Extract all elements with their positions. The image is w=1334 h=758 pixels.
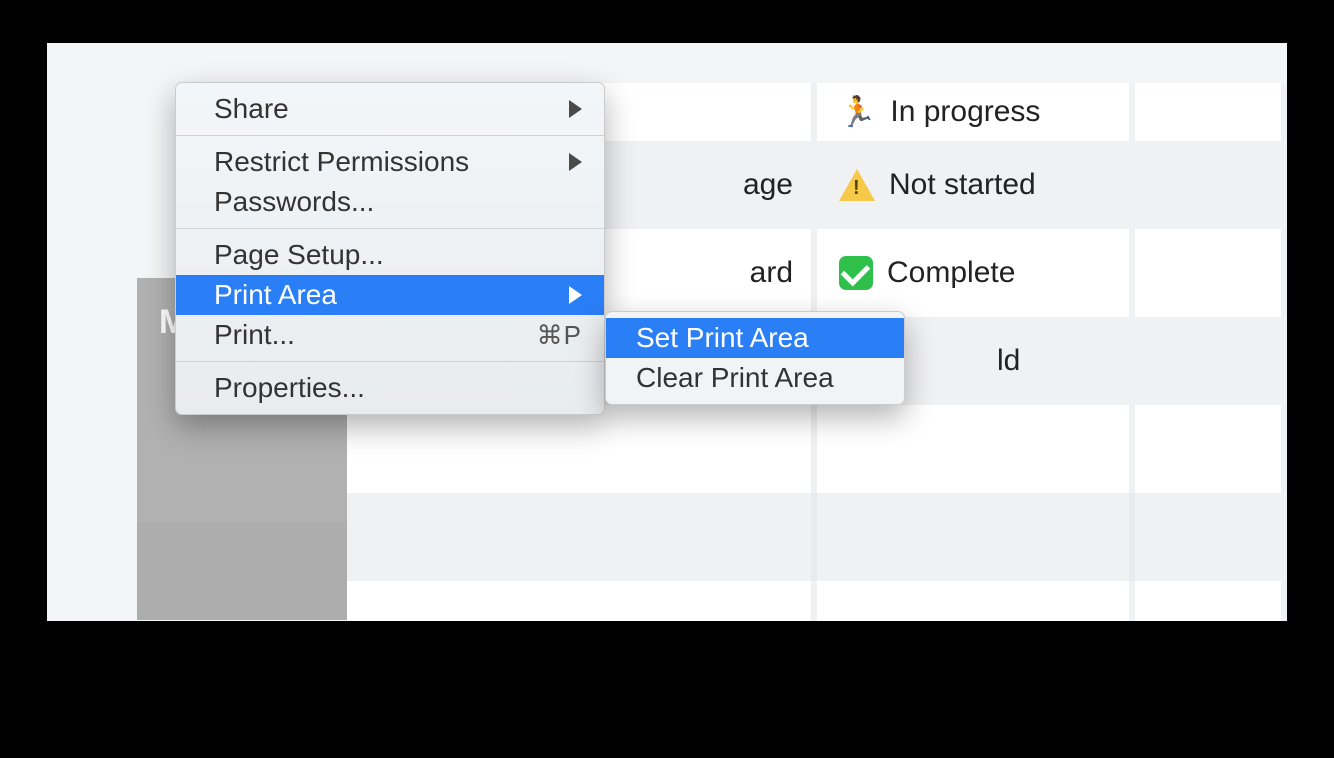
menu-label: Set Print Area [636,322,809,354]
warning-icon [839,169,875,201]
cell-r4-c4[interactable] [1135,317,1287,405]
submenu-arrow-icon [569,100,582,118]
status-text: Complete [887,256,1015,290]
status-text: Not started [889,168,1036,202]
menu-item-print[interactable]: Print... ⌘P [176,315,604,355]
menu-label: Page Setup... [214,239,384,271]
menu-item-passwords[interactable]: Passwords... [176,182,604,222]
menu-separator [176,228,604,229]
cell-r5-c2[interactable] [347,405,817,493]
submenu-arrow-icon [569,153,582,171]
menu-label: Print Area [214,279,337,311]
menu-item-page-setup[interactable]: Page Setup... [176,235,604,275]
menu-item-properties[interactable]: Properties... [176,368,604,408]
running-icon: 🏃 [839,95,876,130]
menu-label: Share [214,93,289,125]
cell-r3-c3[interactable]: Complete [817,229,1135,317]
cell-r1-c3[interactable]: 🏃 In progress [817,83,1135,141]
menu-label: Passwords... [214,186,374,218]
menu-separator [176,361,604,362]
cell-r6-c3[interactable] [817,493,1135,581]
menu-item-print-area[interactable]: Print Area [176,275,604,315]
submenu-item-set-print-area[interactable]: Set Print Area [606,318,904,358]
cell-r1-c4[interactable] [1135,83,1287,141]
submenu-item-clear-print-area[interactable]: Clear Print Area [606,358,904,398]
keyboard-shortcut: ⌘P [537,320,582,351]
menu-label: Print... [214,319,295,351]
cell-r3-c4[interactable] [1135,229,1287,317]
menu-item-restrict-permissions[interactable]: Restrict Permissions [176,142,604,182]
cell-r2-c3[interactable]: Not started [817,141,1135,229]
screenshot-stage: Mor 🏃 In progress age Not started ard Co… [47,43,1287,621]
status-text: In progress [890,95,1040,129]
cell-text: ard [750,256,793,290]
menu-separator [176,135,604,136]
cell-r6-c4[interactable] [1135,493,1287,581]
cell-r6-c2[interactable] [347,493,817,581]
menu-item-share[interactable]: Share [176,89,604,129]
menu-label: Clear Print Area [636,362,834,394]
cell-text: age [743,168,793,202]
status-text-fragment: ld [997,344,1020,378]
menu-label: Restrict Permissions [214,146,469,178]
cell-r7-c3[interactable] [817,581,1135,621]
cell-r5-c4[interactable] [1135,405,1287,493]
submenu-arrow-icon [569,286,582,304]
context-menu: Share Restrict Permissions Passwords... … [175,82,605,415]
cell-r7-c4[interactable] [1135,581,1287,621]
cell-r7-c2[interactable] [347,581,817,621]
cell-r5-c3[interactable] [817,405,1135,493]
menu-label: Properties... [214,372,365,404]
print-area-submenu: Set Print Area Clear Print Area [605,311,905,405]
row-header-bottom [137,522,347,620]
cell-r2-c4[interactable] [1135,141,1287,229]
checkmark-icon [839,256,873,290]
